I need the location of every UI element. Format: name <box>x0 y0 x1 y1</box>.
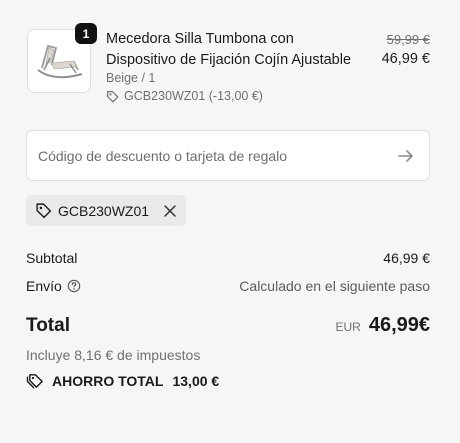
applied-discount-chip: GCB230WZ01 <box>26 195 187 226</box>
tags-icon <box>26 374 43 389</box>
item-discount-text: GCB230WZ01 (-13,00 €) <box>124 89 263 103</box>
shipping-value: Calculado en el siguiente paso <box>239 278 430 294</box>
arrow-right-icon[interactable] <box>397 147 415 165</box>
quantity-badge: 1 <box>75 23 97 44</box>
discount-code-input[interactable] <box>27 131 387 180</box>
applied-discount-code: GCB230WZ01 <box>58 202 150 219</box>
product-title: Mecedora Silla Tumbona con Dispositivo d… <box>106 31 352 68</box>
product-variant: Beige / 1 <box>106 71 156 85</box>
tag-icon <box>36 203 52 219</box>
line-item: 1 Mecedora Silla Tumbona con Dispositivo… <box>26 23 430 108</box>
subtotal-value: 46,99 € <box>383 250 430 266</box>
taxes-note: Incluye 8,16 € de impuestos <box>26 347 201 363</box>
total-label: Total <box>26 315 70 336</box>
discount-code-form <box>26 130 430 181</box>
question-circle-icon[interactable] <box>67 279 81 293</box>
subtotal-row: Subtotal 46,99 € <box>26 250 430 266</box>
total-row: Total EUR 46,99€ <box>26 314 430 337</box>
close-icon[interactable] <box>163 204 177 218</box>
tag-icon <box>107 90 119 102</box>
total-amount: 46,99€ <box>368 314 430 336</box>
rocking-lounge-chair-image <box>37 44 83 79</box>
total-savings: AHORRO TOTAL 13,00 € <box>26 372 219 389</box>
shipping-row: Envío Calculado en el siguiente paso <box>26 278 430 294</box>
currency-code: EUR <box>335 320 361 334</box>
total-amount-group: EUR 46,99€ <box>335 314 430 337</box>
item-price: 46,99 € <box>381 51 430 67</box>
shipping-label-group: Envío <box>26 278 81 294</box>
savings-label: AHORRO TOTAL <box>52 372 164 389</box>
subtotal-label: Subtotal <box>26 250 78 266</box>
item-discount: GCB230WZ01 (-13,00 €) <box>106 89 263 103</box>
compare-at-price: 59,99 € <box>386 32 430 47</box>
shipping-label: Envío <box>26 278 62 294</box>
savings-amount: 13,00 € <box>172 372 220 389</box>
